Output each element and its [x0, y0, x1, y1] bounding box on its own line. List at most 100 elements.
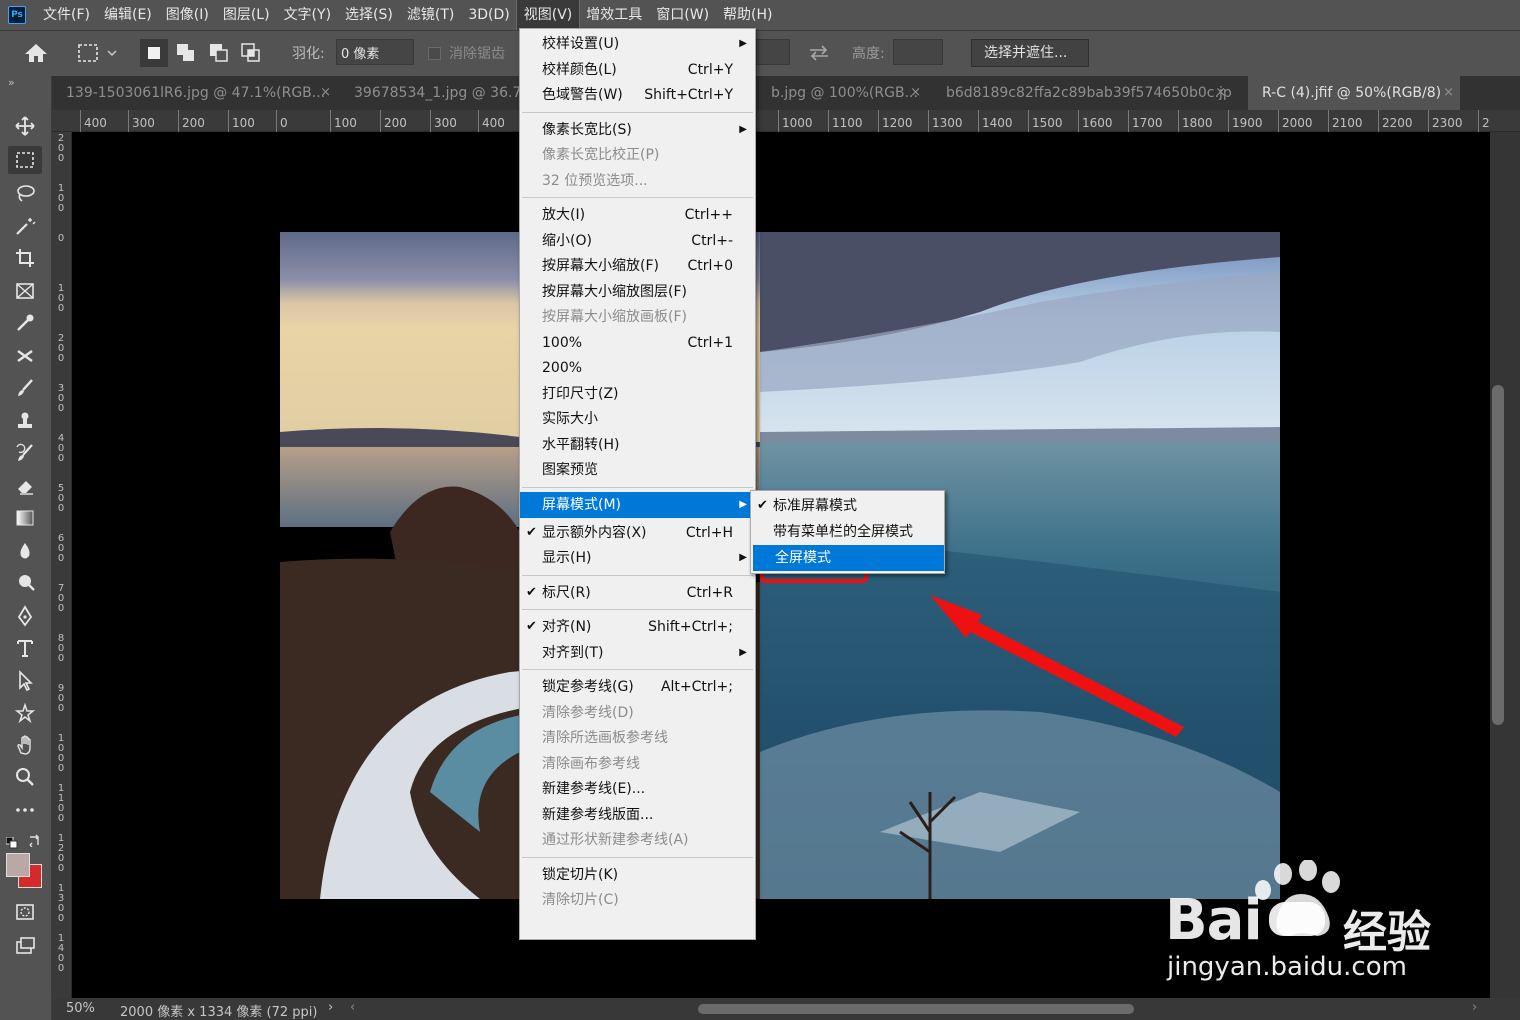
watermark-brand: Bai [1165, 888, 1263, 953]
status-expand-icon[interactable]: › [328, 1000, 333, 1015]
view-menu-item[interactable]: 显示(H) ▶ [520, 545, 755, 571]
type-icon[interactable] [8, 634, 42, 662]
zoom-icon[interactable] [8, 763, 42, 791]
height-input[interactable] [893, 39, 943, 65]
screen-mode-icon[interactable] [8, 932, 42, 960]
pen-icon[interactable] [8, 602, 42, 630]
marquee-preset-icon[interactable] [76, 41, 120, 65]
view-menu-item[interactable]: 放大(I) Ctrl++ [520, 202, 755, 228]
view-menu-item[interactable]: 新建参考线版面... [520, 802, 755, 828]
view-menu-item[interactable]: 100% Ctrl+1 [520, 330, 755, 356]
vertical-ruler[interactable]: 200 100 0 100 200 300 400 500 600 700 800 900 1000 11… [52, 132, 72, 998]
menu-item-6[interactable]: 滤镜(T) [400, 0, 461, 30]
menu-item-shortcut: Alt+Ctrl+; [660, 679, 733, 695]
eyedropper-icon[interactable] [8, 309, 42, 337]
blur-icon[interactable] [8, 537, 42, 565]
dodge-icon[interactable] [8, 569, 42, 597]
view-menu-item[interactable]: 打印尺寸(Z) [520, 381, 755, 407]
view-menu-item[interactable]: 按屏幕大小缩放图层(F) [520, 279, 755, 305]
view-menu-item[interactable]: 锁定参考线(G) Alt+Ctrl+; [520, 674, 755, 700]
menu-item-3[interactable]: 图层(L) [216, 0, 277, 30]
new-selection-icon[interactable] [140, 39, 168, 67]
foreground-color-swatch[interactable] [6, 853, 30, 877]
horizontal-ruler[interactable]: 400 300 200 100 0 100 200 300 400 1000 1100 1200 130… [52, 110, 1520, 132]
frame-icon[interactable] [8, 277, 42, 305]
document-tab[interactable]: R-C (4).jfif @ 50%(RGB/8) × [1248, 76, 1460, 110]
quick-mask-icon[interactable] [8, 898, 42, 926]
swap-colors-icon[interactable] [28, 832, 42, 848]
select-and-mask-button[interactable]: 选择并遮住... [971, 39, 1089, 67]
crop-icon[interactable] [8, 244, 42, 272]
menu-item-5[interactable]: 选择(S) [338, 0, 400, 30]
add-selection-icon[interactable] [172, 39, 200, 67]
menu-item-8[interactable]: 视图(V) [515, 0, 581, 31]
healing-icon[interactable] [8, 342, 42, 370]
view-menu-item[interactable]: ✔ 标尺(R) Ctrl+R [520, 580, 755, 606]
intersect-selection-icon[interactable] [237, 39, 265, 67]
brush-icon[interactable] [8, 374, 42, 402]
menu-item-9[interactable]: 增效工具 [579, 0, 649, 30]
screen-mode-item[interactable]: ✔ 标准屏幕模式 [751, 493, 944, 519]
scroll-right-icon[interactable]: › [1472, 1000, 1477, 1015]
menu-item-4[interactable]: 文字(Y) [277, 0, 338, 30]
horizontal-scroll-thumb[interactable] [698, 1004, 1134, 1014]
lasso-icon[interactable] [8, 179, 42, 207]
vertical-scroll-thumb[interactable] [1492, 385, 1504, 725]
document-tab[interactable]: 39678534_1.jpg @ 36.7% [340, 76, 520, 110]
feather-input[interactable]: 0 像素 [336, 39, 414, 65]
subtract-selection-icon[interactable] [205, 39, 233, 67]
view-menu-item[interactable]: 屏幕模式(M) ▶ [520, 491, 755, 518]
history-brush-icon[interactable] [8, 439, 42, 467]
tab-close-icon[interactable]: × [320, 76, 331, 110]
antialias-checkbox[interactable] [428, 47, 441, 60]
view-menu-item[interactable]: 对齐到(T) ▶ [520, 640, 755, 666]
collapse-panel-icon[interactable]: » [8, 76, 15, 89]
home-icon[interactable] [22, 41, 50, 65]
eraser-icon[interactable] [8, 472, 42, 500]
menu-item-7[interactable]: 3D(D) [461, 0, 516, 30]
view-menu-item[interactable]: 水平翻转(H) [520, 432, 755, 458]
stamp-icon[interactable] [8, 407, 42, 435]
document-tab[interactable]: b6d8189c82ffa2c89bab39f574650b0c.jpg × [932, 76, 1232, 110]
view-menu-item[interactable]: 像素长宽比(S) ▶ [520, 117, 755, 143]
menu-item-11[interactable]: 帮助(H) [716, 0, 779, 30]
menu-item-2[interactable]: 图像(I) [159, 0, 216, 30]
gradient-icon[interactable] [8, 504, 42, 532]
default-colors-icon[interactable] [5, 834, 18, 849]
view-menu-item: 清除画布参考线 [520, 751, 755, 777]
tab-close-icon[interactable]: × [910, 76, 921, 110]
shape-icon[interactable] [8, 699, 42, 727]
view-menu-item[interactable]: 实际大小 [520, 406, 755, 432]
view-menu-item[interactable]: ✔ 显示额外内容(X) Ctrl+H [520, 520, 755, 546]
zoom-level[interactable]: 50% [66, 1001, 95, 1016]
document-tab[interactable]: 139-1503061lR6.jpg @ 47.1%(RGB... × [52, 76, 337, 110]
tab-close-icon[interactable]: × [1443, 76, 1454, 110]
view-menu-item[interactable]: 校样颜色(L) Ctrl+Y [520, 57, 755, 83]
magic-wand-icon[interactable] [8, 212, 42, 240]
view-menu-item[interactable]: 按屏幕大小缩放(F) Ctrl+0 [520, 253, 755, 279]
hand-icon[interactable] [8, 731, 42, 759]
tab-close-icon[interactable]: × [1215, 76, 1226, 110]
width-input[interactable] [756, 39, 790, 65]
document-tab[interactable]: b.jpg @ 100%(RGB... × [757, 76, 927, 110]
view-menu-item[interactable]: 校样设置(U) ▶ [520, 31, 755, 57]
move-icon[interactable] [8, 112, 42, 140]
scroll-left-icon[interactable]: ‹ [350, 1000, 355, 1015]
view-menu-item[interactable]: 200% [520, 355, 755, 381]
view-menu-item[interactable]: 缩小(O) Ctrl+- [520, 228, 755, 254]
swap-dimensions-icon[interactable] [806, 41, 832, 65]
view-menu-item[interactable]: 色域警告(W) Shift+Ctrl+Y [520, 82, 755, 108]
menu-item-10[interactable]: 窗口(W) [649, 0, 716, 30]
menu-item-label: 全屏模式 [775, 550, 831, 566]
path-select-icon[interactable] [8, 667, 42, 695]
view-menu-item[interactable]: 图案预览 [520, 457, 755, 483]
menu-item-1[interactable]: 编辑(E) [97, 0, 159, 30]
screen-mode-item[interactable]: 全屏模式 [753, 545, 944, 571]
screen-mode-item[interactable]: 带有菜单栏的全屏模式 [751, 519, 944, 545]
view-menu-item[interactable]: 新建参考线(E)... [520, 776, 755, 802]
menu-item-0[interactable]: 文件(F) [36, 0, 97, 30]
view-menu-item[interactable]: ✔ 对齐(N) Shift+Ctrl+; [520, 614, 755, 640]
more-icon[interactable] [8, 796, 42, 824]
marquee-icon[interactable] [8, 146, 42, 174]
view-menu-item[interactable]: 锁定切片(K) [520, 862, 755, 888]
